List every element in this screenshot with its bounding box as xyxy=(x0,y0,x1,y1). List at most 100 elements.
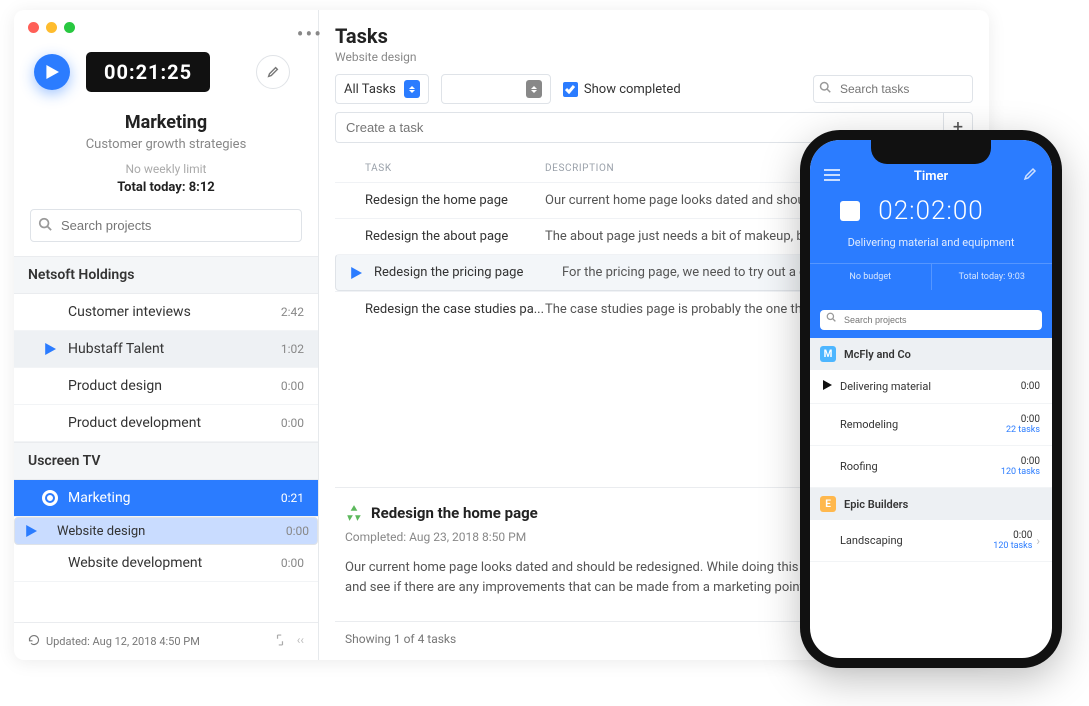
project-time: 0:00 xyxy=(281,379,304,393)
project-group-header[interactable]: Netsoft Holdings xyxy=(14,256,318,294)
collapse-icon[interactable] xyxy=(273,633,287,650)
phone-project-meta: 0:0022 tasks xyxy=(1006,414,1040,435)
search-tasks-input[interactable] xyxy=(813,75,973,103)
hamburger-icon[interactable] xyxy=(824,167,840,186)
play-button[interactable] xyxy=(34,54,70,90)
search-icon xyxy=(38,217,52,231)
project-row[interactable]: Hubstaff Talent1:02 xyxy=(14,331,318,368)
project-time: 0:00 xyxy=(286,524,309,538)
project-row[interactable]: Customer inteviews2:42 xyxy=(14,294,318,331)
project-label: Website design xyxy=(47,524,278,539)
phone-project-row[interactable]: Roofing0:00120 tasks xyxy=(810,446,1052,488)
project-label: Product development xyxy=(58,415,281,431)
phone-project-list: MMcFly and CoDelivering material0:00Remo… xyxy=(810,338,1052,562)
search-icon xyxy=(826,312,836,322)
search-icon xyxy=(819,81,831,93)
stepper-icon xyxy=(404,80,420,98)
chevron-left-icon[interactable]: ‹‹ xyxy=(297,633,304,650)
phone-project-row[interactable]: Landscaping0:00120 tasks› xyxy=(810,520,1052,562)
updated-label: Updated: Aug 12, 2018 4:50 PM xyxy=(46,635,200,648)
chevron-right-icon: › xyxy=(1032,534,1040,548)
project-label: Marketing xyxy=(58,490,281,506)
phone-title: Timer xyxy=(840,169,1022,184)
project-label: Website development xyxy=(58,555,281,571)
phone-project-row[interactable]: Remodeling0:0022 tasks xyxy=(810,404,1052,446)
task-name: Redesign the case studies pa... xyxy=(365,302,545,317)
show-completed-label: Show completed xyxy=(584,82,681,97)
project-time: 2:42 xyxy=(281,305,304,319)
minimize-window-icon[interactable] xyxy=(46,22,57,33)
project-group-header[interactable]: Uscreen TV xyxy=(14,442,318,480)
sidebar: 00:21:25 Marketing Customer growth strat… xyxy=(14,10,319,660)
project-label: Hubstaff Talent xyxy=(58,341,281,357)
task-name: Redesign the about page xyxy=(365,229,545,244)
phone-project-meta: 0:00120 tasks xyxy=(1001,456,1040,477)
play-icon xyxy=(42,490,58,506)
play-icon xyxy=(346,267,366,279)
project-label: Customer inteviews xyxy=(58,304,281,320)
stepper-icon xyxy=(526,80,542,98)
total-today-label: Total today: 8:12 xyxy=(14,180,318,195)
project-row[interactable]: Product development0:00 xyxy=(14,405,318,442)
group-badge: E xyxy=(820,496,836,512)
project-list: Netsoft HoldingsCustomer inteviews2:42Hu… xyxy=(14,256,318,622)
play-icon xyxy=(23,523,39,539)
project-row[interactable]: Website design 0:00 xyxy=(14,517,318,545)
secondary-dropdown[interactable] xyxy=(441,74,551,104)
project-time: 0:00 xyxy=(281,556,304,570)
project-time: 0:21 xyxy=(281,491,304,505)
project-row[interactable]: Marketing0:21 xyxy=(14,480,318,517)
phone-project-meta: 0:00 xyxy=(1021,381,1040,392)
phone-project-label: Landscaping xyxy=(836,534,993,547)
phone-notch xyxy=(871,140,991,164)
task-name: Redesign the pricing page xyxy=(374,265,554,280)
show-completed-checkbox[interactable]: Show completed xyxy=(563,82,681,97)
project-time: 0:00 xyxy=(281,416,304,430)
play-icon xyxy=(42,555,58,571)
play-icon xyxy=(42,378,58,394)
close-window-icon[interactable] xyxy=(28,22,39,33)
detail-title: Redesign the home page xyxy=(371,504,538,522)
project-time: 1:02 xyxy=(281,342,304,356)
main-title: Tasks xyxy=(335,24,973,48)
main-subtitle: Website design xyxy=(335,50,973,64)
filter-dropdown[interactable]: All Tasks xyxy=(335,74,429,104)
refresh-icon[interactable] xyxy=(28,634,40,649)
more-menu-icon[interactable]: ••• xyxy=(297,22,323,46)
phone-stop-button[interactable] xyxy=(840,201,860,221)
project-row[interactable]: Product design0:00 xyxy=(14,368,318,405)
group-name: Epic Builders xyxy=(844,498,908,511)
phone-project-row[interactable]: Delivering material0:00 xyxy=(810,370,1052,404)
phone-edit-icon[interactable] xyxy=(1022,166,1038,186)
phone-group-header[interactable]: M McFly and Co xyxy=(810,338,1052,370)
maximize-window-icon[interactable] xyxy=(64,22,75,33)
group-badge: M xyxy=(820,346,836,362)
project-label: Product design xyxy=(58,378,281,394)
traffic-lights xyxy=(28,22,75,33)
phone-frame: Timer 02:02:00 Delivering material and e… xyxy=(800,130,1062,668)
search-projects-input[interactable] xyxy=(30,209,302,242)
project-title: Marketing xyxy=(14,112,318,133)
phone-search-input[interactable] xyxy=(820,308,1042,330)
task-name: Redesign the home page xyxy=(365,193,545,208)
play-icon xyxy=(42,341,58,357)
showing-label: Showing 1 of 4 tasks xyxy=(345,632,456,646)
phone-total-today: Total today: 9:03 xyxy=(932,264,1053,290)
col-task-header: TASK xyxy=(365,163,545,174)
phone-project-label: Roofing xyxy=(836,460,1001,473)
phone-project-label: Remodeling xyxy=(836,418,1006,431)
play-icon xyxy=(42,415,58,431)
check-icon xyxy=(565,84,575,94)
phone-project-meta: 0:00120 tasks xyxy=(993,530,1032,551)
project-subtitle: Customer growth strategies xyxy=(14,137,318,152)
project-row[interactable]: Website development0:00 xyxy=(14,545,318,582)
weekly-limit-label: No weekly limit xyxy=(14,162,318,176)
phone-group-header[interactable]: E Epic Builders xyxy=(810,488,1052,520)
group-name: McFly and Co xyxy=(844,348,911,361)
filter-label: All Tasks xyxy=(344,82,396,97)
phone-project-label: Delivering material xyxy=(836,380,1021,393)
recycle-icon xyxy=(345,504,363,522)
edit-button[interactable] xyxy=(256,55,290,89)
play-icon xyxy=(42,304,58,320)
play-icon xyxy=(822,380,836,393)
